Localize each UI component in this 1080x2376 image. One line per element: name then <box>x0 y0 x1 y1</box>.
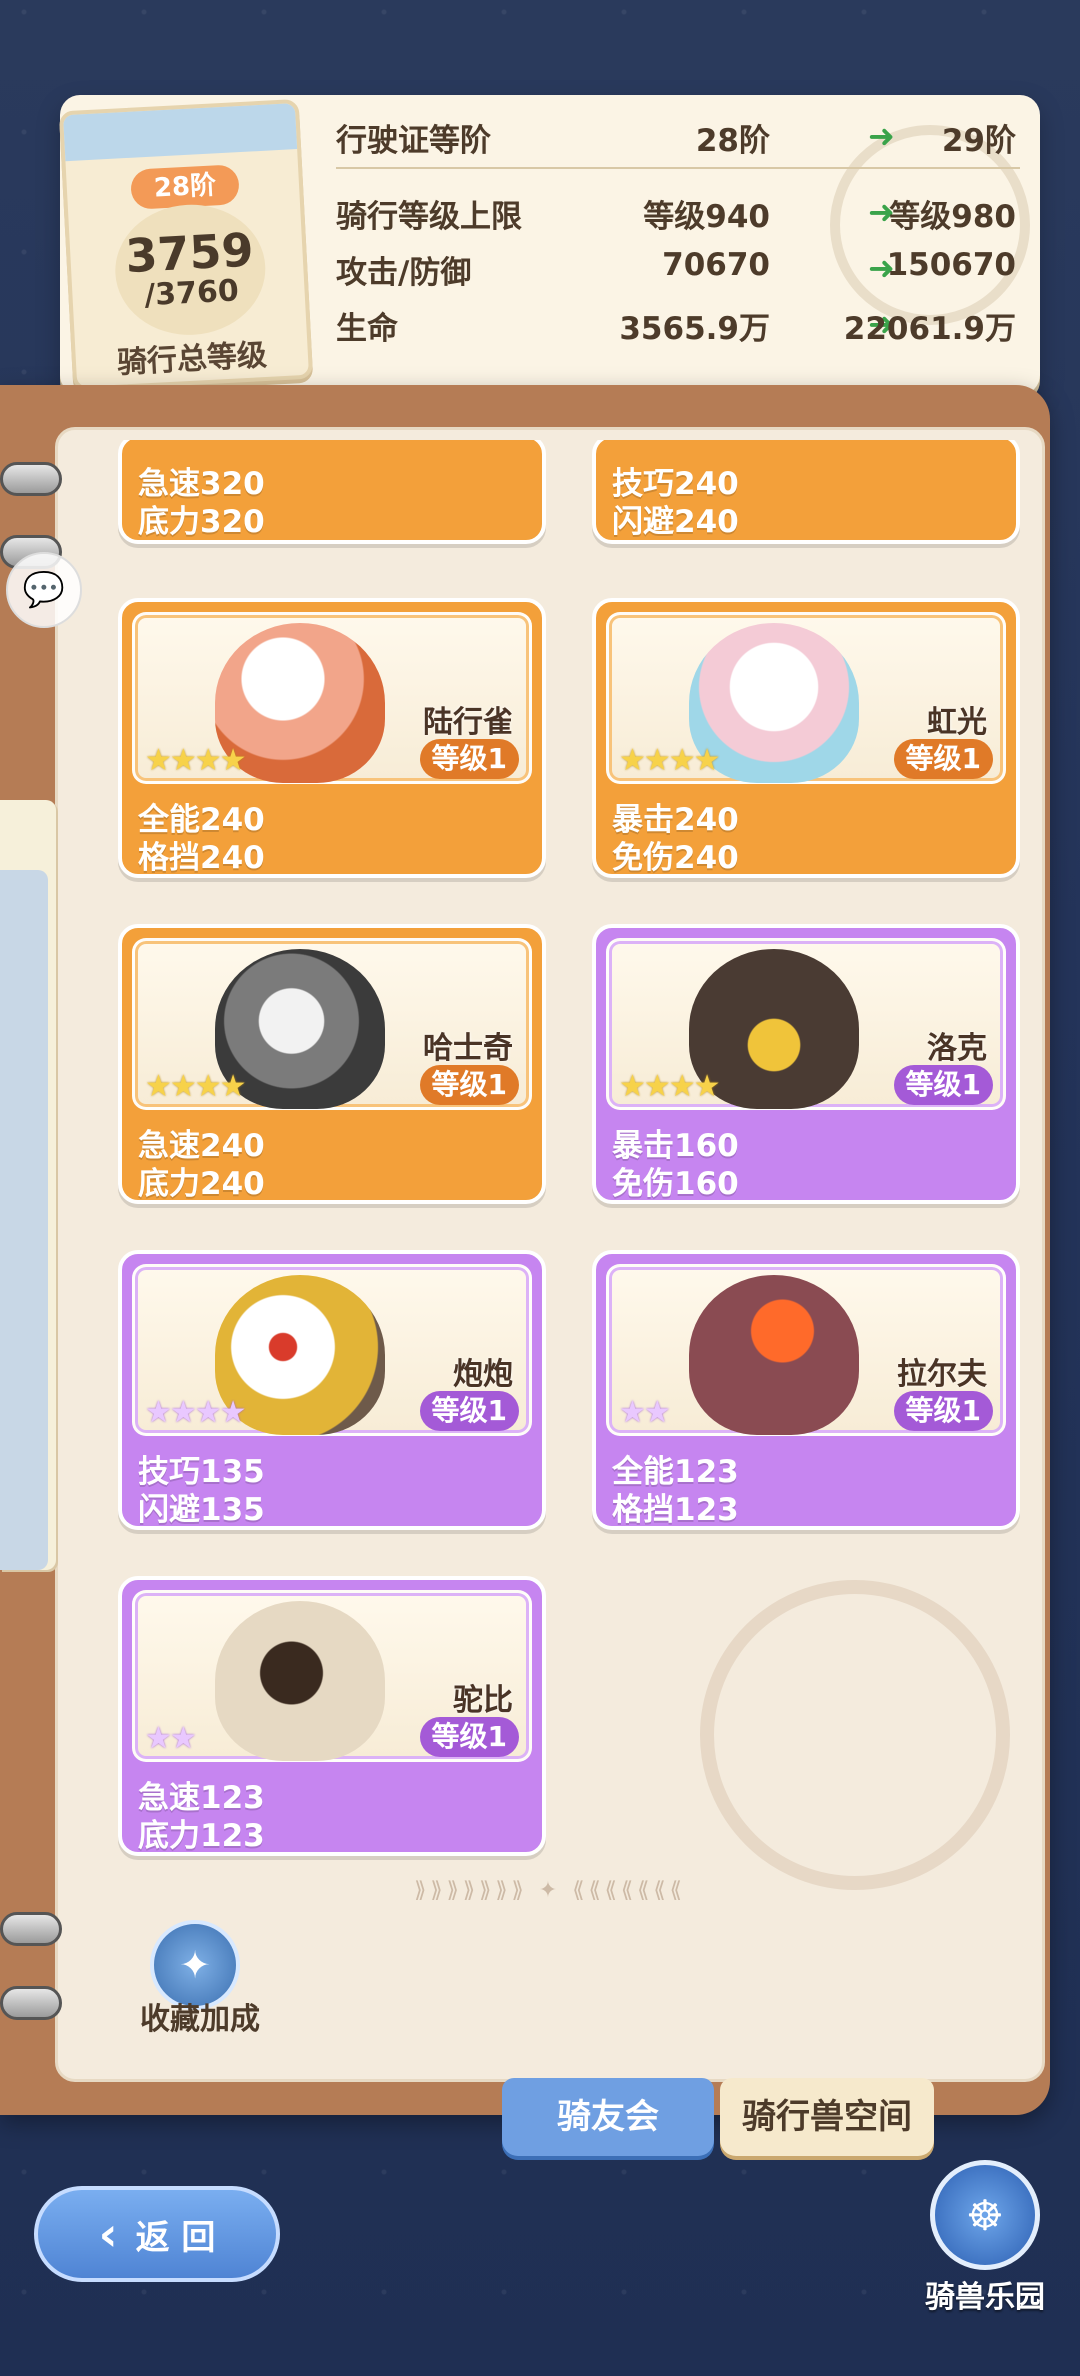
attr-secondary: 免伤160 <box>612 1166 739 1202</box>
attr-secondary: 格挡123 <box>612 1492 739 1528</box>
stat-row-hp: 生命 3565.9万 ➜ 22061.9万 <box>328 293 1028 349</box>
total-level-circle: 3759 /3760 <box>112 200 269 339</box>
mount-park-label: 骑兽乐园 <box>925 2280 1045 2315</box>
tag-top-band <box>63 103 298 162</box>
mount-portrait: ★★★★ 陆行雀 等级1 <box>132 612 532 784</box>
mount-name: 拉尔夫 <box>897 1357 987 1392</box>
stat-name: 骑行等级上限 <box>336 199 522 235</box>
mount-portrait: ★★★★ 洛克 等级1 <box>606 938 1006 1110</box>
mount-image <box>689 1275 859 1435</box>
stat-current: 等级940 <box>643 199 770 235</box>
back-button[interactable]: ‹ 返 回 <box>34 2186 280 2282</box>
level-badge: 等级1 <box>419 1717 519 1757</box>
attr-secondary: 底力320 <box>138 504 265 540</box>
tab-rider-club[interactable]: 骑友会 <box>502 2078 714 2156</box>
mount-card-grid[interactable]: 急速320 底力320 技巧240 闪避240 ★★★★ 陆行雀 等级1 全能2… <box>112 440 1024 1860</box>
stat-current: 70670 <box>662 247 770 283</box>
mount-portrait: ★★ 驼比 等级1 <box>132 1590 532 1762</box>
attr-secondary: 格挡240 <box>138 840 265 876</box>
mount-portrait: ★★ 拉尔夫 等级1 <box>606 1264 1006 1436</box>
total-level-tag: 28阶 3759 /3760 骑行总等级 <box>58 98 314 392</box>
stat-row-license-rank: 行驶证等阶 28阶 ➜ 29阶 <box>328 105 1028 161</box>
level-current: 3759 <box>124 222 255 284</box>
attr-secondary: 闪避135 <box>138 1492 265 1528</box>
star-rating: ★★★★ <box>145 743 247 778</box>
level-badge: 等级1 <box>419 1391 519 1431</box>
attr-secondary: 免伤240 <box>612 840 739 876</box>
level-badge: 等级1 <box>419 1065 519 1105</box>
level-badge: 等级1 <box>893 1391 993 1431</box>
total-level-label: 骑行总等级 <box>116 337 268 381</box>
mount-card[interactable]: 技巧240 闪避240 <box>592 440 1020 544</box>
back-label: 返 回 <box>135 2217 216 2258</box>
mount-name: 炮炮 <box>453 1357 513 1392</box>
stat-next: 150670 <box>886 247 1016 283</box>
mount-card-lu-xing-que[interactable]: ★★★★ 陆行雀 等级1 全能240 格挡240 <box>118 598 546 878</box>
mount-portrait: ★★★★ 哈士奇 等级1 <box>132 938 532 1110</box>
side-blue-tab <box>0 870 48 1570</box>
star-rating: ★★★★ <box>145 1069 247 1104</box>
binder-ring <box>0 1912 62 1946</box>
stat-current: 3565.9万 <box>619 311 770 347</box>
ornamental-divider: ⟫⟫⟫⟫⟫⟫⟫ ✦ ⟪⟪⟪⟪⟪⟪⟪ <box>414 1878 686 1903</box>
stat-current: 28阶 <box>695 123 770 159</box>
mount-name: 陆行雀 <box>423 705 513 740</box>
mount-card-luo-ke[interactable]: ★★★★ 洛克 等级1 暴击160 免伤160 <box>592 924 1020 1204</box>
attr-secondary: 底力240 <box>138 1166 265 1202</box>
rank-pill: 28阶 <box>129 164 240 210</box>
binder-ring <box>0 462 62 496</box>
stat-name: 行驶证等阶 <box>336 123 491 159</box>
star-rating: ★★★★ <box>145 1395 247 1430</box>
stat-next: 22061.9万 <box>843 311 1016 347</box>
binder-ring <box>0 1986 62 2020</box>
stat-next: 等级980 <box>889 199 1016 235</box>
collection-bonus-label: 收藏加成 <box>140 2002 260 2037</box>
level-max: /3760 <box>143 273 240 314</box>
level-badge: 等级1 <box>419 739 519 779</box>
stat-name: 生命 <box>336 311 398 347</box>
mount-card-husky[interactable]: ★★★★ 哈士奇 等级1 急速240 底力240 <box>118 924 546 1204</box>
mount-name: 哈士奇 <box>423 1031 513 1066</box>
riding-stats-card: 28阶 3759 /3760 骑行总等级 行驶证等阶 28阶 ➜ 29阶 骑行等… <box>58 95 1040 395</box>
chat-bubble-button[interactable]: 💬 <box>6 552 82 628</box>
tab-mount-space[interactable]: 骑行兽空间 <box>720 2078 934 2156</box>
back-arrow-icon: ‹ <box>98 2207 118 2261</box>
ferris-wheel-icon: ☸ <box>930 2160 1040 2270</box>
mount-card-hong-guang[interactable]: ★★★★ 虹光 等级1 暴击240 免伤240 <box>592 598 1020 878</box>
stat-row-level-cap: 骑行等级上限 等级940 ➜ 等级980 <box>328 181 1028 237</box>
arrow-right-icon: ➜ <box>868 117 895 155</box>
mount-name: 驼比 <box>453 1683 513 1718</box>
mount-card-ralph[interactable]: ★★ 拉尔夫 等级1 全能123 格挡123 <box>592 1250 1020 1530</box>
level-badge: 等级1 <box>893 739 993 779</box>
mount-park-button[interactable]: ☸ 骑兽乐园 <box>900 2160 1070 2340</box>
stat-next: 29阶 <box>941 123 1016 159</box>
star-rating: ★★★★ <box>619 1069 721 1104</box>
mount-portrait: ★★★★ 炮炮 等级1 <box>132 1264 532 1436</box>
mount-card-pao-pao[interactable]: ★★★★ 炮炮 等级1 技巧135 闪避135 <box>118 1250 546 1530</box>
mount-name: 虹光 <box>927 705 987 740</box>
mount-card-tuo-bi[interactable]: ★★ 驼比 等级1 急速123 底力123 <box>118 1576 546 1856</box>
collection-bonus-button[interactable]: ✦ 收藏加成 <box>120 1920 280 2040</box>
stat-name: 攻击/防御 <box>336 255 472 291</box>
stat-row-attack-defense: 攻击/防御 70670 ➜ 150670 <box>328 237 1028 293</box>
mount-portrait: ★★★★ 虹光 等级1 <box>606 612 1006 784</box>
star-rating: ★★ <box>145 1721 197 1756</box>
stats-divider <box>336 167 1020 169</box>
star-rating: ★★★★ <box>619 743 721 778</box>
level-badge: 等级1 <box>893 1065 993 1105</box>
mount-name: 洛克 <box>927 1031 987 1066</box>
attr-secondary: 底力123 <box>138 1818 265 1854</box>
mount-card[interactable]: 急速320 底力320 <box>118 440 546 544</box>
stats-table: 行驶证等阶 28阶 ➜ 29阶 骑行等级上限 等级940 ➜ 等级980 攻击/… <box>328 105 1028 349</box>
star-rating: ★★ <box>619 1395 671 1430</box>
chat-icon: 💬 <box>22 570 66 610</box>
attr-secondary: 闪避240 <box>612 504 739 540</box>
mount-image <box>215 1601 385 1761</box>
